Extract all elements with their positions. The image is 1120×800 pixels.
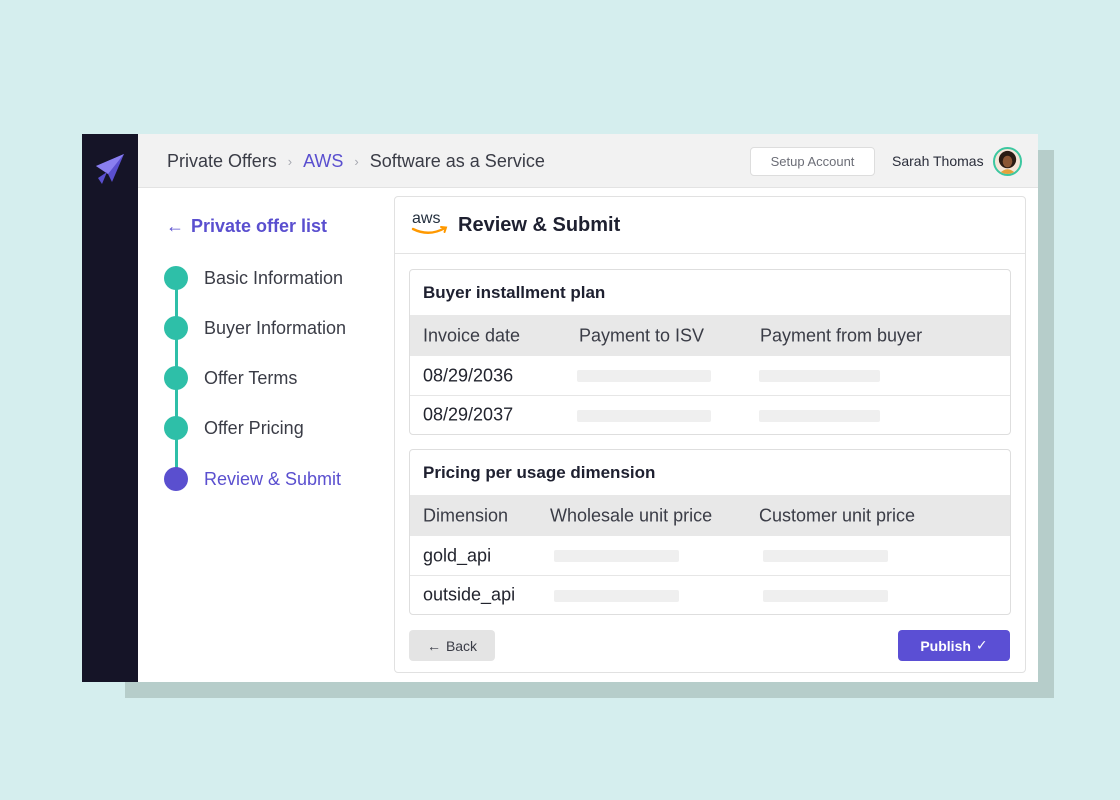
review-header: aws Review & Submit: [395, 197, 1025, 254]
avatar[interactable]: [993, 147, 1022, 176]
table-row: gold_api: [410, 536, 1010, 575]
step-label: Offer Pricing: [204, 417, 304, 438]
table-header: Dimension Wholesale unit price Customer …: [410, 495, 1010, 536]
breadcrumb-current-page: Software as a Service: [369, 150, 545, 171]
value-placeholder: [763, 550, 888, 562]
step-complete-dot: [164, 366, 188, 390]
step-basic-information[interactable]: Basic Information: [164, 266, 343, 290]
page-title: Review & Submit: [458, 214, 621, 236]
step-label: Offer Terms: [204, 367, 298, 388]
step-label: Basic Information: [204, 267, 344, 288]
column-header: Payment to ISV: [579, 325, 705, 345]
step-offer-pricing[interactable]: Offer Pricing: [164, 416, 304, 440]
value-placeholder: [577, 410, 711, 422]
table-row: 08/29/2037: [410, 395, 1010, 434]
column-header: Invoice date: [423, 325, 521, 345]
dimension-cell: gold_api: [423, 545, 492, 565]
step-label: Buyer Information: [204, 317, 347, 338]
publish-button[interactable]: Publish ✓: [898, 630, 1010, 661]
step-complete-dot: [164, 316, 188, 340]
table-header: Invoice date Payment to ISV Payment from…: [410, 315, 1010, 356]
chevron-right-icon: ›: [354, 153, 359, 169]
usage-pricing-panel: Pricing per usage dimension Dimension Wh…: [409, 449, 1011, 615]
step-active-dot: [164, 467, 188, 491]
breadcrumb-private-offers[interactable]: Private Offers: [167, 151, 277, 172]
value-placeholder: [759, 410, 880, 422]
arrow-left-icon: ←: [166, 216, 184, 236]
svg-text:aws: aws: [412, 210, 440, 227]
aws-logo: aws: [411, 210, 448, 234]
usage-pricing-title: Pricing per usage dimension: [423, 462, 656, 482]
step-offer-terms[interactable]: Offer Terms: [164, 366, 297, 390]
table-row: outside_api: [410, 575, 1010, 614]
column-header: Payment from buyer: [760, 325, 923, 345]
check-icon: ✓: [975, 637, 988, 653]
breadcrumb: Private Offers › AWS › Software as a Ser…: [167, 134, 545, 188]
step-buyer-information[interactable]: Buyer Information: [164, 316, 346, 340]
publish-button-label: Publish: [920, 637, 971, 654]
setup-account-button[interactable]: Setup Account: [750, 147, 875, 176]
invoice-date-cell: 08/29/2037: [423, 404, 514, 425]
installment-plan-title: Buyer installment plan: [423, 282, 606, 302]
value-placeholder: [577, 370, 711, 382]
back-button-label: Back: [445, 637, 478, 654]
installment-plan-panel: Buyer installment plan Invoice date Paym…: [409, 269, 1011, 435]
arrow-left-icon: ←: [426, 637, 441, 654]
column-header: Wholesale unit price: [550, 505, 713, 525]
private-offer-list-link[interactable]: ← Private offer list: [166, 216, 327, 237]
value-placeholder: [763, 590, 888, 602]
dimension-cell: outside_api: [423, 584, 516, 605]
column-header: Customer unit price: [759, 505, 916, 525]
app-logo-icon[interactable]: [94, 152, 126, 188]
invoice-date-cell: 08/29/2036: [423, 365, 514, 385]
value-placeholder: [554, 590, 679, 602]
back-link-label: Private offer list: [191, 216, 328, 236]
step-complete-dot: [164, 266, 188, 290]
breadcrumb-aws[interactable]: AWS: [303, 151, 343, 172]
step-complete-dot: [164, 416, 188, 440]
table-row: 08/29/2036: [410, 356, 1010, 395]
back-button[interactable]: ← Back: [409, 630, 495, 661]
app-window: Private Offers › AWS › Software as a Ser…: [82, 134, 1038, 682]
step-label: Review & Submit: [204, 468, 342, 489]
value-placeholder: [554, 550, 679, 562]
value-placeholder: [759, 370, 880, 382]
step-review-submit[interactable]: Review & Submit: [164, 467, 341, 491]
user-name: Sarah Thomas: [892, 153, 984, 169]
review-panel: aws Review & Submit Buyer installment pl…: [394, 196, 1026, 673]
chevron-right-icon: ›: [287, 153, 293, 169]
nav-rail: [82, 134, 138, 682]
column-header: Dimension: [423, 505, 509, 525]
top-bar: Private Offers › AWS › Software as a Ser…: [138, 134, 1038, 188]
